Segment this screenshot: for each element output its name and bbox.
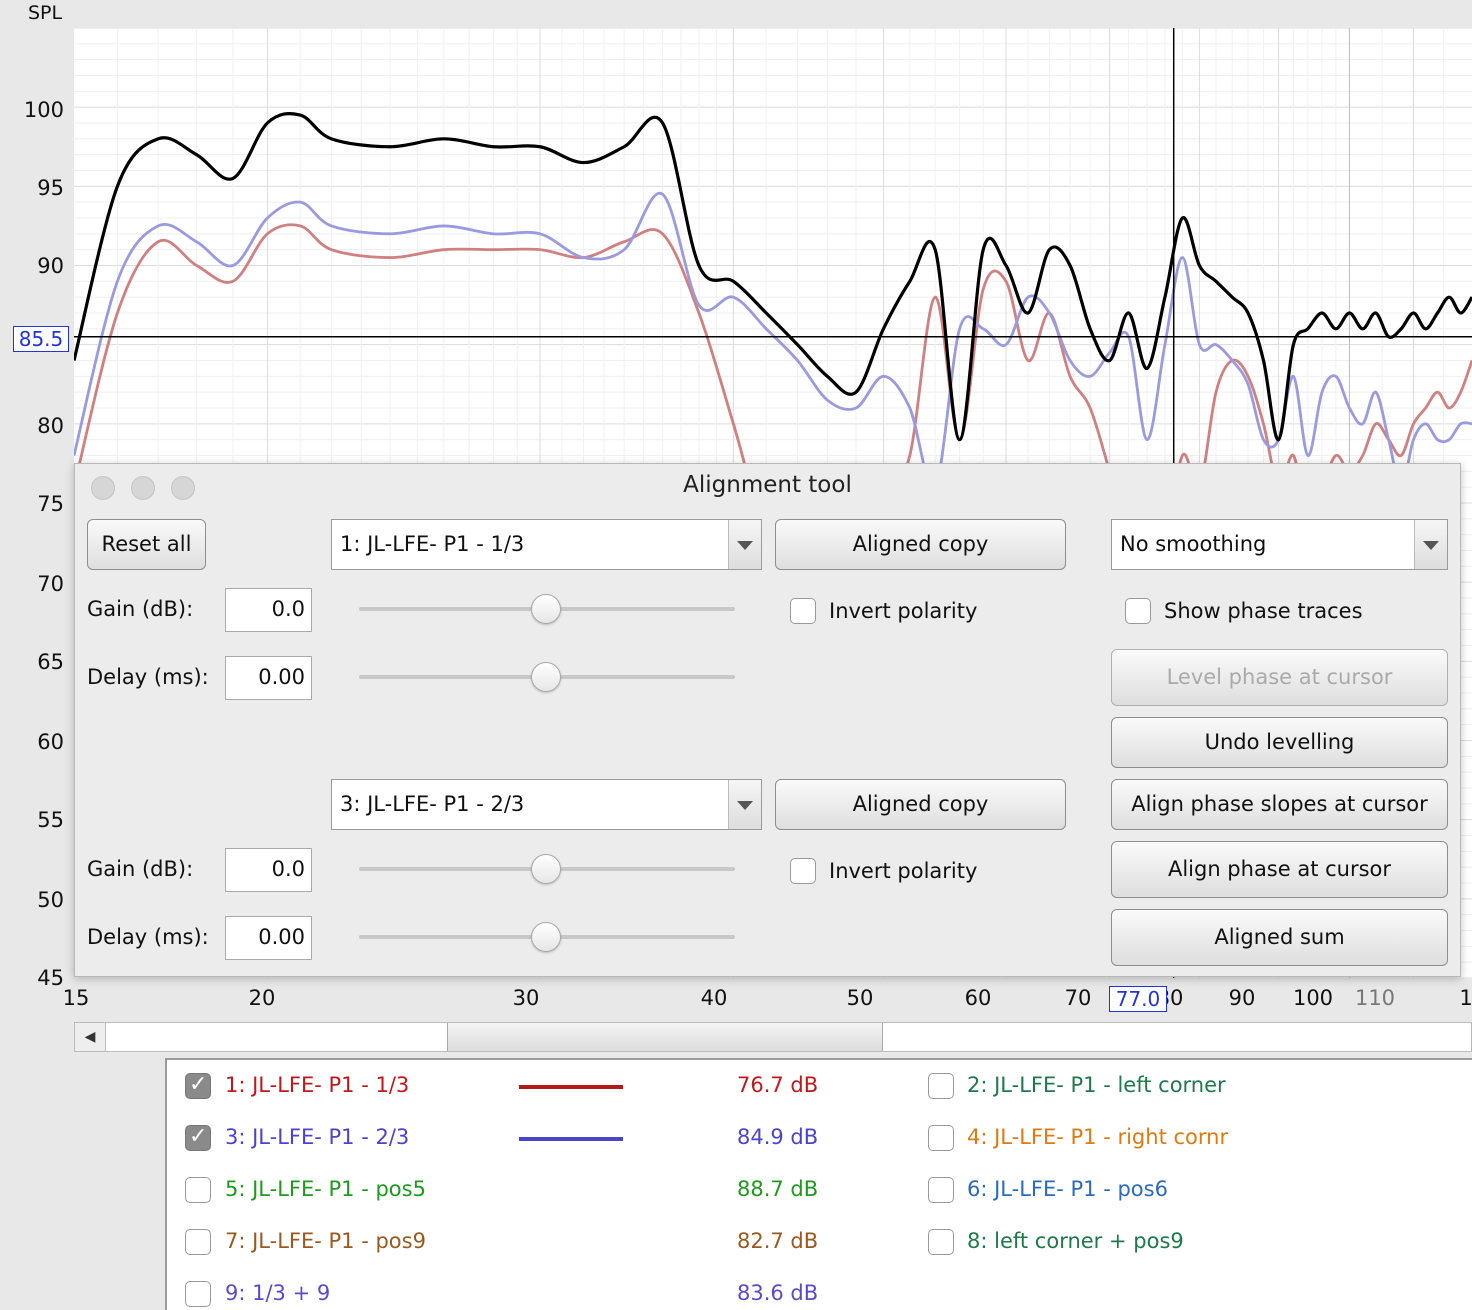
x-tick-label: 100 [1292, 986, 1334, 1010]
scroll-left-arrow-icon[interactable]: ◀ [75, 1023, 106, 1051]
reset-all-button[interactable]: Reset all [87, 519, 206, 570]
gain-label-2: Gain (dB): [87, 857, 194, 881]
scrollbar-thumb[interactable] [447, 1023, 883, 1051]
legend-value: 83.6 dB [737, 1281, 819, 1305]
legend-checkbox[interactable] [185, 1229, 211, 1255]
gain-field-1[interactable]: 0.0 [225, 588, 312, 632]
legend-checkbox[interactable] [185, 1072, 211, 1099]
x-tick-label: 30 [512, 986, 540, 1010]
legend-checkbox[interactable] [928, 1177, 954, 1203]
smoothing-value: No smoothing [1120, 532, 1267, 556]
align-phase-slopes-button[interactable]: Align phase slopes at cursor [1111, 779, 1448, 830]
horizontal-scrollbar[interactable]: ◀ [74, 1022, 1472, 1052]
dialog-title: Alignment tool [683, 472, 852, 498]
legend-label: 1: JL-LFE- P1 - 1/3 [225, 1073, 410, 1097]
invert-polarity-label-1: Invert polarity [829, 599, 978, 623]
legend-line-swatch [519, 1137, 623, 1141]
dialog-titlebar[interactable]: Alignment tool [75, 464, 1460, 510]
gain-slider-2-thumb[interactable] [531, 854, 561, 884]
level-phase-at-cursor-button[interactable]: Level phase at cursor [1111, 649, 1448, 706]
legend-checkbox[interactable] [185, 1281, 211, 1307]
cursor-y-readout: 85.5 [13, 326, 69, 352]
x-tick-label: 90 [1228, 986, 1256, 1010]
legend-label: 2: JL-LFE- P1 - left corner [967, 1073, 1226, 1097]
legend-label: 8: left corner + pos9 [967, 1229, 1184, 1253]
show-phase-traces-checkbox[interactable] [1125, 598, 1151, 624]
legend-label: 5: JL-LFE- P1 - pos5 [225, 1177, 426, 1201]
y-tick-label: 90 [37, 254, 64, 278]
y-tick-label: 60 [37, 730, 64, 754]
measurement-2-value: 3: JL-LFE- P1 - 2/3 [340, 792, 525, 816]
measurement-1-value: 1: JL-LFE- P1 - 1/3 [340, 532, 525, 556]
delay-field-1[interactable]: 0.00 [225, 656, 312, 700]
chevron-down-icon[interactable] [1414, 520, 1447, 569]
align-phase-at-cursor-button[interactable]: Align phase at cursor [1111, 841, 1448, 898]
x-tick-label: 110 [1354, 986, 1396, 1010]
y-tick-label: 50 [37, 888, 64, 912]
chevron-down-icon[interactable] [728, 520, 761, 569]
legend-checkbox[interactable] [928, 1073, 954, 1099]
gain-field-2[interactable]: 0.0 [225, 848, 312, 892]
legend-checkbox[interactable] [928, 1125, 954, 1151]
measurement-2-select[interactable]: 3: JL-LFE- P1 - 2/3 [331, 779, 762, 830]
legend-label: 3: JL-LFE- P1 - 2/3 [225, 1125, 410, 1149]
y-tick-label: 100 [23, 98, 64, 122]
legend-label: 7: JL-LFE- P1 - pos9 [225, 1229, 426, 1253]
y-tick-label: 55 [37, 808, 64, 832]
invert-polarity-checkbox-1[interactable] [790, 598, 816, 624]
cursor-x-readout: 77.0 [1109, 986, 1167, 1012]
legend-value: 88.7 dB [737, 1177, 819, 1201]
alignment-tool-dialog: Alignment tool Reset all 1: JL-LFE- P1 -… [74, 463, 1461, 977]
legend-value: 82.7 dB [737, 1229, 819, 1253]
y-tick-label: 70 [37, 572, 64, 596]
delay-field-2[interactable]: 0.00 [225, 916, 312, 960]
show-phase-traces-label: Show phase traces [1164, 599, 1363, 623]
measurement-1-select[interactable]: 1: JL-LFE- P1 - 1/3 [331, 519, 762, 570]
y-tick-label: 45 [37, 966, 64, 990]
gain-slider-1-thumb[interactable] [531, 594, 561, 624]
measurement-3-trace [74, 191, 1472, 491]
x-tick-label: 40 [700, 986, 728, 1010]
x-tick-label: 50 [846, 986, 874, 1010]
invert-polarity-checkbox-2[interactable] [790, 858, 816, 884]
legend-label: 4: JL-LFE- P1 - right cornr [967, 1125, 1229, 1149]
x-tick-label: 15 [62, 986, 90, 1010]
delay-label-1: Delay (ms): [87, 665, 209, 689]
aligned-copy-button-2[interactable]: Aligned copy [775, 779, 1066, 830]
legend-value: 76.7 dB [737, 1073, 819, 1097]
legend-checkbox[interactable] [185, 1177, 211, 1203]
delay-slider-2[interactable] [359, 922, 735, 952]
legend-checkbox[interactable] [185, 1124, 211, 1151]
y-axis-label: SPL [28, 2, 63, 24]
sum-trace [74, 112, 1472, 442]
measurement-legend: 1: JL-LFE- P1 - 1/3 76.7 dB 3: JL-LFE- P1 … [165, 1058, 1472, 1310]
aligned-sum-button[interactable]: Aligned sum [1111, 909, 1448, 966]
y-tick-label: 75 [37, 492, 64, 516]
legend-label: 6: JL-LFE- P1 - pos6 [967, 1177, 1168, 1201]
x-tick-label: 60 [964, 986, 992, 1010]
undo-levelling-button[interactable]: Undo levelling [1111, 717, 1448, 768]
y-tick-label: 80 [37, 414, 64, 438]
legend-value: 84.9 dB [737, 1125, 819, 1149]
gain-label-1: Gain (dB): [87, 597, 194, 621]
x-tick-label: 70 [1064, 986, 1092, 1010]
x-tick-label: 20 [248, 986, 276, 1010]
legend-label: 9: 1/3 + 9 [225, 1281, 331, 1305]
gain-slider-1[interactable] [359, 594, 735, 624]
delay-slider-1-thumb[interactable] [531, 662, 561, 692]
legend-line-swatch [519, 1085, 623, 1089]
delay-slider-1[interactable] [359, 662, 735, 692]
y-tick-label: 95 [37, 176, 64, 200]
smoothing-select[interactable]: No smoothing [1111, 519, 1448, 570]
gain-slider-2[interactable] [359, 854, 735, 884]
delay-label-2: Delay (ms): [87, 925, 209, 949]
legend-checkbox[interactable] [928, 1229, 954, 1255]
y-tick-label: 65 [37, 650, 64, 674]
delay-slider-2-thumb[interactable] [531, 922, 561, 952]
invert-polarity-label-2: Invert polarity [829, 859, 978, 883]
aligned-copy-button-1[interactable]: Aligned copy [775, 519, 1066, 570]
chevron-down-icon[interactable] [728, 780, 761, 829]
x-tick-label: 1 [1459, 986, 1472, 1010]
